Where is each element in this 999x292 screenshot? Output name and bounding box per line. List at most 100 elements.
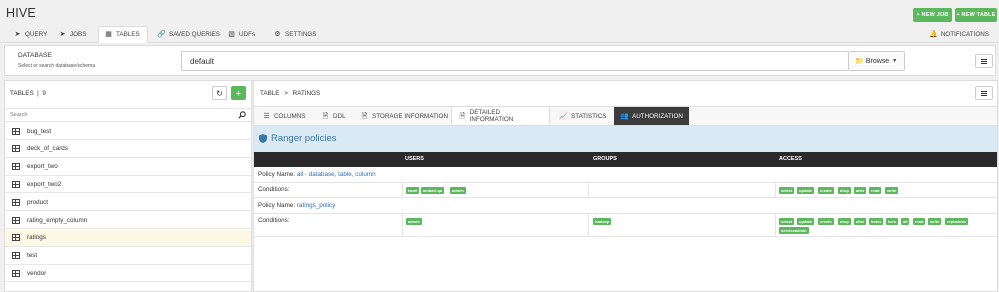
tab-tables-label: TABLES (116, 31, 140, 38)
database-input[interactable]: default (181, 51, 849, 71)
table-list-item[interactable]: bug_test (5, 123, 251, 140)
user-tag: tamil (406, 187, 420, 194)
table-icon (12, 216, 20, 224)
line-chart-icon: 📈 (559, 112, 568, 120)
database-label: DATABASE (18, 52, 52, 59)
table-list-item[interactable]: deck_of_cards (5, 141, 251, 158)
table-icon (12, 145, 20, 153)
access-tag: alter (854, 187, 867, 194)
app-title: HIVE (6, 6, 36, 20)
table-icon: ▦ (105, 31, 112, 38)
access-tag: write (885, 187, 899, 194)
main-nav: ➤ QUERY ➤ JOBS ▦ TABLES 🔗 SAVED QUERIES … (0, 26, 999, 43)
tables-divider: | (35, 90, 41, 97)
tab-query[interactable]: ➤ QUERY (8, 26, 53, 43)
policy-name-label: Policy Name: (258, 202, 296, 209)
tab-query-label: QUERY (25, 31, 48, 38)
breadcrumb-separator: > (284, 90, 288, 97)
new-job-button[interactable]: + NEW JOB (913, 8, 952, 22)
tab-statistics-label: STATISTICS (571, 112, 607, 120)
table-name: export_two2 (27, 180, 62, 188)
tab-settings-label: SETTINGS (285, 31, 317, 38)
gear-icon: ⚙ (274, 31, 281, 38)
browse-button[interactable]: 📁 Browse ▼ (849, 51, 905, 71)
user-tag: ambari-qa (421, 187, 445, 194)
file-text-icon: 🗎 (459, 112, 466, 120)
policy-name-row: Policy Name: ratings_policy (254, 198, 997, 214)
table-list-item[interactable]: ratings (5, 229, 251, 247)
table-list-item[interactable]: product (5, 194, 251, 212)
table-name: vendor (27, 269, 47, 277)
tab-tables[interactable]: ▦ TABLES (98, 26, 148, 43)
tables-header: TABLES | 9 (10, 90, 46, 97)
detail-tabs: ☰ COLUMNS 🗎 DDL 🗎 STORAGE INFORMATION 🗎 … (254, 106, 997, 125)
access-tag: create (818, 218, 834, 225)
table-search (5, 108, 251, 122)
add-table-button[interactable]: + (231, 86, 246, 100)
policy-link[interactable]: all - database, table, column (297, 171, 376, 178)
access-tag: drop (838, 218, 851, 225)
table-name: ratings (27, 234, 46, 242)
table-list-item[interactable]: export_two (5, 159, 251, 176)
table-list-item[interactable]: export_two2 (5, 176, 251, 194)
send-icon: ➤ (59, 31, 66, 38)
divider (402, 214, 403, 237)
tab-udfs-label: UDFs (239, 31, 256, 38)
table-icon (12, 252, 20, 260)
tab-columns[interactable]: ☰ COLUMNS (256, 107, 313, 125)
access-tag: read (869, 187, 882, 194)
browse-label: Browse (865, 57, 890, 65)
tab-jobs-label: JOBS (70, 31, 87, 38)
access-tag: all (901, 218, 910, 225)
access-tag: lock (886, 218, 899, 225)
table-detail-panel: TABLE > RATINGS ☰ COLUMNS 🗎 DDL 🗎 STORAG… (253, 80, 998, 292)
table-name: export_two (27, 163, 58, 171)
file-icon: 🗎 (361, 112, 368, 120)
access-tag: update (797, 187, 815, 194)
search-icon[interactable] (238, 111, 246, 119)
table-search-input[interactable] (10, 112, 210, 118)
refresh-button[interactable]: ↻ (212, 86, 227, 100)
tab-jobs[interactable]: ➤ JOBS (53, 26, 92, 43)
tab-settings[interactable]: ⚙ SETTINGS (268, 26, 323, 43)
new-table-button[interactable]: + NEW TABLE (955, 8, 997, 22)
notifications-link[interactable]: 🔔 NOTIFICATIONS (929, 26, 989, 43)
paper-plane-icon: ➤ (14, 31, 21, 38)
table-name: rating_empty_column (27, 216, 88, 224)
table-icon (12, 163, 20, 171)
policy-name-row: Policy Name: all - database, table, colu… (254, 167, 997, 183)
table-list-item[interactable]: rating_empty_column (5, 212, 251, 229)
policy-table-header: USERS GROUPS ACCESS (254, 152, 997, 167)
divider (588, 183, 589, 198)
tab-statistics[interactable]: 📈 STATISTICS (553, 107, 613, 125)
tab-authorization[interactable]: 👥 AUTHORIZATION (614, 107, 689, 125)
policy-name-label: Policy Name: (258, 171, 296, 178)
detail-menu-button[interactable] (975, 86, 993, 100)
table-list-item[interactable]: vendor (5, 265, 251, 283)
database-panel: DATABASE Select or search database/schem… (4, 45, 996, 76)
access-tag: select (779, 187, 795, 194)
policy-link[interactable]: ratings_policy (297, 202, 336, 209)
breadcrumb-table: RATINGS (292, 90, 321, 97)
conditions-label: Conditions: (258, 186, 290, 193)
access-tag: update (797, 218, 815, 225)
table-icon (12, 127, 20, 135)
user-tag: admin (450, 187, 466, 194)
divider (402, 183, 403, 198)
access-tag: drop (838, 187, 851, 194)
database-menu-button[interactable] (975, 54, 993, 68)
tables-panel: TABLES | 9 ↻ + bug_test deck_of_cardsexpo… (4, 80, 252, 292)
database-value: default (190, 57, 215, 66)
breadcrumb-root[interactable]: TABLE (260, 90, 279, 97)
link-icon: 🔗 (157, 31, 166, 38)
tab-saved-queries[interactable]: 🔗 SAVED QUERIES (152, 26, 226, 43)
table-list-item[interactable]: test (5, 248, 251, 265)
tab-storage-information[interactable]: 🗎 STORAGE INFORMATION (354, 107, 455, 125)
access-tag: write (928, 218, 942, 225)
tab-ddl[interactable]: 🗎 DDL (315, 107, 353, 125)
table-name: deck_of_cards (27, 145, 68, 153)
tab-udfs[interactable]: ▧ UDFs (222, 26, 261, 43)
hamburger-icon (981, 90, 987, 96)
tab-detailed-information[interactable]: 🗎 DETAILED INFORMATION (451, 107, 550, 125)
caret-down-icon: ▼ (892, 58, 898, 64)
